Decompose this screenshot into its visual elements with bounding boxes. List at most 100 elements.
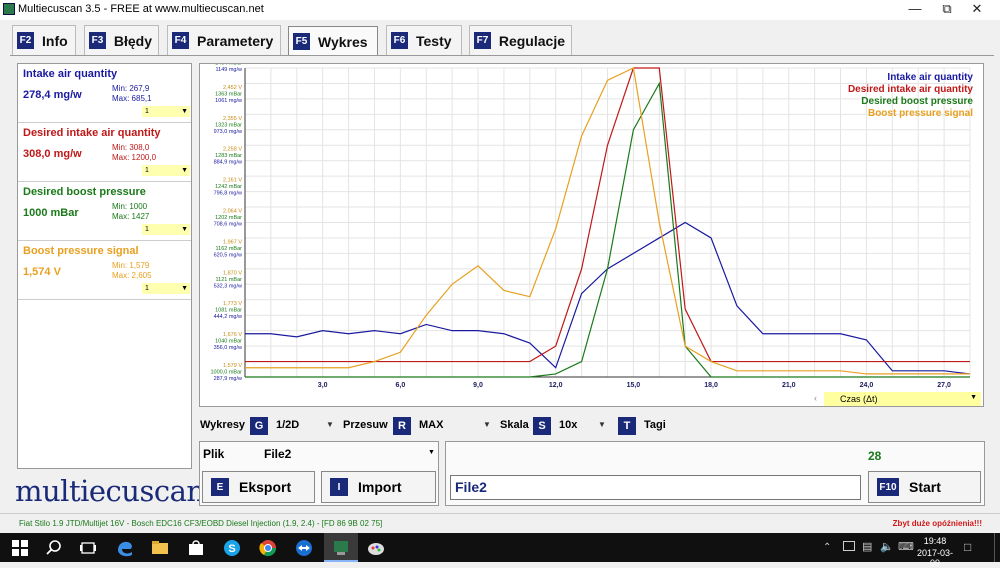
tab-key: F5 [293, 33, 310, 50]
spinner-value: 1 [145, 167, 149, 174]
param-value: 278,4 mg/w [23, 89, 82, 101]
y-tick-label-volts: 1,676 V [223, 332, 242, 338]
y-tick-label-mgw: 287,9 mg/w [214, 376, 242, 382]
y-tick-label-mbar: 1363 mBar [215, 91, 242, 97]
param-intake-air[interactable]: Intake air quantity 278,4 mg/w Min: 267,… [18, 64, 191, 123]
param-desired-boost[interactable]: Desired boost pressure 1000 mBar Min: 10… [18, 182, 191, 241]
x-tick-label: 18,0 [704, 382, 718, 389]
chevron-down-icon[interactable]: ▼ [598, 420, 606, 429]
task-view-icon[interactable] [78, 538, 98, 558]
clock-time[interactable]: 19:48 [913, 536, 957, 546]
volume-icon[interactable]: 🔈 [880, 540, 894, 553]
chevron-down-icon[interactable]: ▼ [428, 449, 435, 456]
chevron-down-icon[interactable]: ▼ [483, 420, 491, 429]
notifications-icon[interactable]: □ [964, 540, 971, 554]
param-scale-spinner[interactable]: 1 ▼ [142, 106, 190, 117]
import-label: Import [358, 479, 402, 495]
paint-icon[interactable] [366, 538, 386, 558]
plik-label: Plik [203, 447, 225, 461]
skala-key: S [533, 417, 551, 435]
parameter-panel: Intake air quantity 278,4 mg/w Min: 267,… [17, 63, 192, 469]
show-desktop-button[interactable] [994, 533, 995, 562]
x-tick-label: 12,0 [549, 382, 563, 389]
store-icon[interactable] [186, 538, 206, 558]
import-button[interactable]: I Import [321, 471, 436, 503]
chevron-down-icon: ▼ [181, 108, 188, 115]
app-icon [3, 3, 15, 15]
tagi-button[interactable]: Tagi [644, 419, 666, 431]
param-boost-signal[interactable]: Boost pressure signal 1,574 V Min: 1,579… [18, 241, 191, 300]
y-tick-label-mgw: 796,8 mg/w [214, 191, 242, 197]
y-tick-label-mbar: 1323 mBar [215, 122, 242, 128]
legend-boost-signal: Boost pressure signal [867, 108, 973, 119]
spinner-value: 1 [145, 285, 149, 292]
vehicle-info: Fiat Stilo 1.9 JTD/Multijet 16V - Bosch … [19, 519, 383, 528]
time-scrollbar[interactable]: ‹ Czas (Δt) ▼ [814, 392, 981, 406]
close-button[interactable]: ✕ [962, 0, 992, 20]
file-explorer-icon[interactable] [150, 538, 170, 558]
search-icon[interactable] [44, 538, 64, 558]
tab-testy[interactable]: F6 Testy [386, 25, 462, 55]
skype-icon[interactable]: S [222, 538, 242, 558]
edge-browser-icon[interactable] [115, 538, 135, 558]
wykresy-select[interactable]: 1/2D [276, 419, 299, 431]
legend-intake-air: Intake air quantity [887, 72, 973, 83]
param-scale-spinner[interactable]: 1 ▼ [142, 224, 190, 235]
param-scale-spinner[interactable]: 1 ▼ [142, 165, 190, 176]
windows-start-icon[interactable] [10, 538, 30, 558]
keyboard-icon[interactable]: ⌨ [898, 540, 914, 553]
param-max: Max: 1200,0 [112, 153, 157, 162]
tab-label: Parametery [197, 32, 274, 49]
x-tick-label: 3,0 [318, 382, 328, 389]
tab-bledy[interactable]: F3 Błędy [84, 25, 159, 55]
x-tick-label: 9,0 [473, 382, 483, 389]
param-scale-spinner[interactable]: 1 ▼ [142, 283, 190, 294]
wykresy-label: Wykresy [200, 419, 246, 431]
tab-key: F6 [391, 32, 408, 49]
chevron-down-icon[interactable]: ▼ [326, 420, 334, 429]
tab-info[interactable]: F2 Info [12, 25, 76, 55]
y-tick-label-mbar: 1242 mBar [215, 184, 242, 190]
param-max: Max: 2,605 [112, 271, 152, 280]
chrome-icon[interactable] [258, 538, 278, 558]
teamviewer-icon[interactable] [294, 538, 314, 558]
przesuw-select[interactable]: MAX [419, 419, 443, 431]
tagi-key: T [618, 417, 636, 435]
tab-label: Testy [416, 32, 452, 49]
minimize-button[interactable]: — [900, 0, 930, 20]
param-min: Min: 1000 [112, 202, 148, 211]
skala-select[interactable]: 10x [559, 419, 577, 431]
tab-regulacje[interactable]: F7 Regulacje [469, 25, 572, 55]
x-tick-label: 21,0 [782, 382, 796, 389]
y-tick-label-mgw: 532,3 mg/w [214, 283, 242, 289]
plik-select[interactable]: File2 [264, 447, 291, 461]
y-tick-label-volts: 2,161 V [223, 178, 242, 184]
eksport-key: E [211, 478, 229, 496]
chevron-up-icon[interactable]: ⌃ [823, 542, 831, 553]
y-tick-label-mgw: 973,0 mg/w [214, 129, 242, 135]
taskbar-active-app[interactable] [324, 533, 358, 562]
y-tick-label-mbar: 1283 mBar [215, 153, 242, 159]
legend-desired-boost: Desired boost pressure [861, 96, 973, 107]
network-icon[interactable]: ▤ [862, 540, 872, 553]
recording-panel: 28 File2 F10 Start [445, 441, 985, 506]
x-tick-label: 6,0 [395, 382, 405, 389]
clock-date[interactable]: 2017-03-09 [913, 548, 957, 568]
import-key: I [330, 478, 348, 496]
scroll-left-icon[interactable]: ‹ [814, 393, 817, 403]
tab-key: F2 [17, 32, 34, 49]
tab-parametery[interactable]: F4 Parametery [167, 25, 281, 55]
battery-icon[interactable] [843, 541, 855, 551]
tab-wykres[interactable]: F5 Wykres [288, 26, 378, 56]
eksport-button[interactable]: E Eksport [202, 471, 315, 503]
param-desired-intake-air[interactable]: Desired intake air quantity 308,0 mg/w M… [18, 123, 191, 182]
spinner-value: 1 [145, 226, 149, 233]
y-tick-label-volts: 2,355 V [223, 116, 242, 122]
filename-input[interactable]: File2 [450, 475, 861, 500]
start-button[interactable]: F10 Start [868, 471, 981, 503]
param-min: Min: 267,9 [112, 84, 150, 93]
maximize-button[interactable]: ⧉ [932, 0, 962, 20]
multiecuscan-app-icon [334, 541, 348, 555]
param-name: Desired boost pressure [23, 186, 146, 198]
chevron-down-icon[interactable]: ▼ [970, 394, 977, 401]
